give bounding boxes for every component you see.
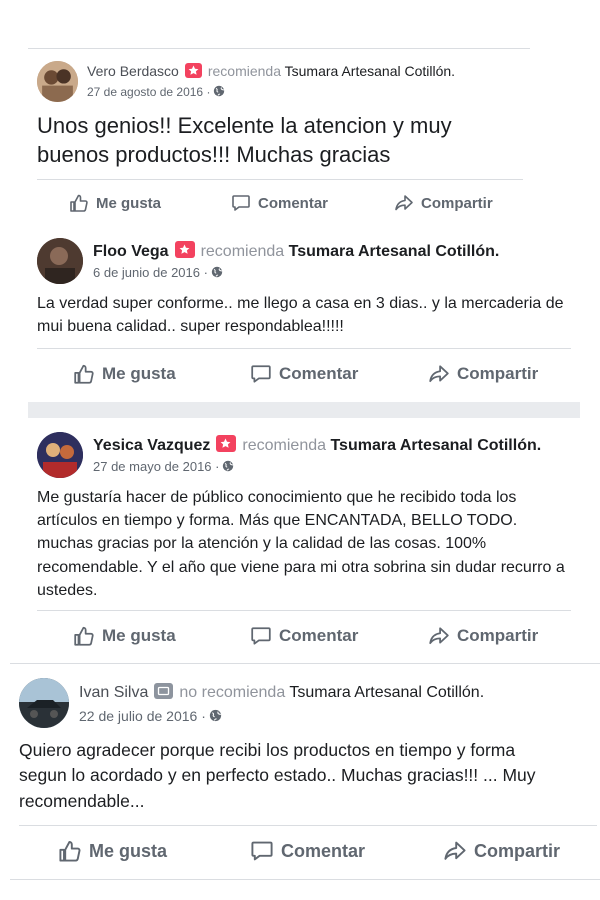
share-arrow-icon: [444, 841, 466, 860]
review-post: Yesica Vazquez recomienda Tsumara Artesan…: [28, 420, 580, 660]
actions-divider: [19, 825, 597, 826]
post-header: Yesica Vazquez recomienda Tsumara Artesan…: [93, 435, 541, 455]
share-label: Compartir: [457, 626, 539, 645]
recommend-verb: recomienda: [207, 63, 281, 79]
globe-icon: [211, 266, 223, 278]
author-name[interactable]: Floo Vega: [93, 243, 169, 260]
comment-button[interactable]: Comentar: [250, 625, 358, 647]
post-meta: 27 de mayo de 2016 ·: [93, 459, 234, 474]
comment-icon: [232, 195, 250, 211]
thumbs-up-icon: [74, 364, 94, 384]
avatar[interactable]: [19, 678, 69, 728]
page-name[interactable]: Tsumara Artesanal Cotillón.: [289, 243, 500, 260]
thumbs-up-icon: [74, 626, 94, 646]
avatar[interactable]: [37, 61, 78, 102]
avatar[interactable]: [37, 432, 83, 478]
like-button[interactable]: Me gusta: [58, 839, 167, 863]
recommend-badge-icon: [184, 63, 202, 78]
author-name[interactable]: Ivan Silva: [79, 684, 148, 701]
author-name[interactable]: Yesica Vazquez: [93, 437, 210, 454]
page-name[interactable]: Tsumara Artesanal Cotillón.: [330, 437, 541, 454]
actions-divider: [37, 179, 523, 180]
post-date[interactable]: 27 de mayo de 2016 ·: [93, 459, 219, 474]
comment-icon: [251, 841, 273, 861]
post-text: Unos genios!! Excelente la atencion y mu…: [37, 113, 452, 167]
review-post: Floo Vega recomienda Tsumara Artesanal Co…: [28, 226, 580, 400]
globe-icon: [223, 460, 234, 472]
review-post: Vero Berdasco recomienda Tsumara Artesana…: [28, 48, 530, 223]
post-date[interactable]: 22 de julio de 2016 ·: [79, 708, 206, 724]
post-text: Quiero agradecer porque recibi los produ…: [19, 740, 536, 811]
not-recommend-badge-icon: [154, 683, 174, 699]
globe-icon: [209, 709, 222, 722]
share-button[interactable]: Compartir: [428, 363, 538, 385]
like-label: Me gusta: [102, 364, 176, 383]
share-button[interactable]: Compartir: [443, 839, 560, 863]
recommend-badge-icon: [216, 435, 237, 452]
like-button[interactable]: Me gusta: [73, 363, 176, 385]
comment-button[interactable]: Comentar: [250, 363, 358, 385]
recommend-verb: recomienda: [200, 243, 285, 260]
actions-divider: [37, 348, 571, 349]
share-arrow-icon: [395, 195, 413, 211]
share-label: Compartir: [421, 194, 493, 212]
post-meta: 27 de agosto de 2016 ·: [87, 85, 225, 99]
like-button[interactable]: Me gusta: [69, 193, 161, 213]
thumbs-up-icon: [70, 194, 88, 212]
avatar[interactable]: [37, 238, 83, 284]
comment-button[interactable]: Comentar: [250, 839, 365, 863]
post-date[interactable]: 27 de agosto de 2016 ·: [87, 85, 210, 99]
post-header: Ivan Silva no recomienda Tsumara Artesana…: [79, 683, 484, 702]
comment-label: Comentar: [281, 840, 366, 861]
post-meta: 22 de julio de 2016 ·: [79, 708, 222, 724]
share-button[interactable]: Compartir: [428, 625, 538, 647]
like-button[interactable]: Me gusta: [73, 625, 176, 647]
comment-button[interactable]: Comentar: [231, 193, 328, 213]
comment-icon: [251, 365, 271, 383]
comment-label: Comentar: [258, 194, 329, 212]
thumbs-up-icon: [59, 841, 81, 862]
share-label: Compartir: [457, 364, 539, 383]
post-header: Vero Berdasco recomienda Tsumara Artesana…: [87, 63, 455, 79]
post-meta: 6 de junio de 2016 ·: [93, 265, 223, 280]
recommend-badge-icon: [174, 241, 195, 258]
comment-label: Comentar: [279, 626, 359, 645]
actions-divider: [37, 610, 571, 611]
page-name[interactable]: Tsumara Artesanal Cotillón.: [285, 63, 455, 79]
recommend-verb: recomienda: [242, 437, 327, 454]
share-arrow-icon: [429, 627, 449, 645]
post-date[interactable]: 6 de junio de 2016 ·: [93, 265, 208, 280]
share-label: Compartir: [474, 840, 561, 861]
page-name[interactable]: Tsumara Artesanal Cotillón.: [289, 684, 484, 701]
globe-icon: [214, 85, 225, 97]
review-post: Ivan Silva no recomienda Tsumara Artesana…: [10, 663, 600, 885]
author-name[interactable]: Vero Berdasco: [87, 63, 179, 79]
share-arrow-icon: [429, 365, 449, 383]
share-button[interactable]: Compartir: [394, 193, 493, 213]
like-label: Me gusta: [96, 194, 162, 212]
post-header: Floo Vega recomienda Tsumara Artesanal Co…: [93, 241, 499, 261]
top-divider: [10, 663, 600, 664]
like-label: Me gusta: [102, 626, 176, 645]
recommend-verb: no recomienda: [179, 684, 286, 701]
top-divider: [28, 48, 530, 49]
post-text: La verdad super conforme.. me llego a ca…: [37, 295, 564, 336]
comment-label: Comentar: [279, 364, 359, 383]
feed-separator: [28, 402, 580, 418]
bottom-divider: [10, 879, 600, 880]
comment-icon: [251, 627, 271, 645]
post-text: Me gustaría hacer de público conocimient…: [37, 489, 565, 599]
like-label: Me gusta: [89, 840, 168, 861]
